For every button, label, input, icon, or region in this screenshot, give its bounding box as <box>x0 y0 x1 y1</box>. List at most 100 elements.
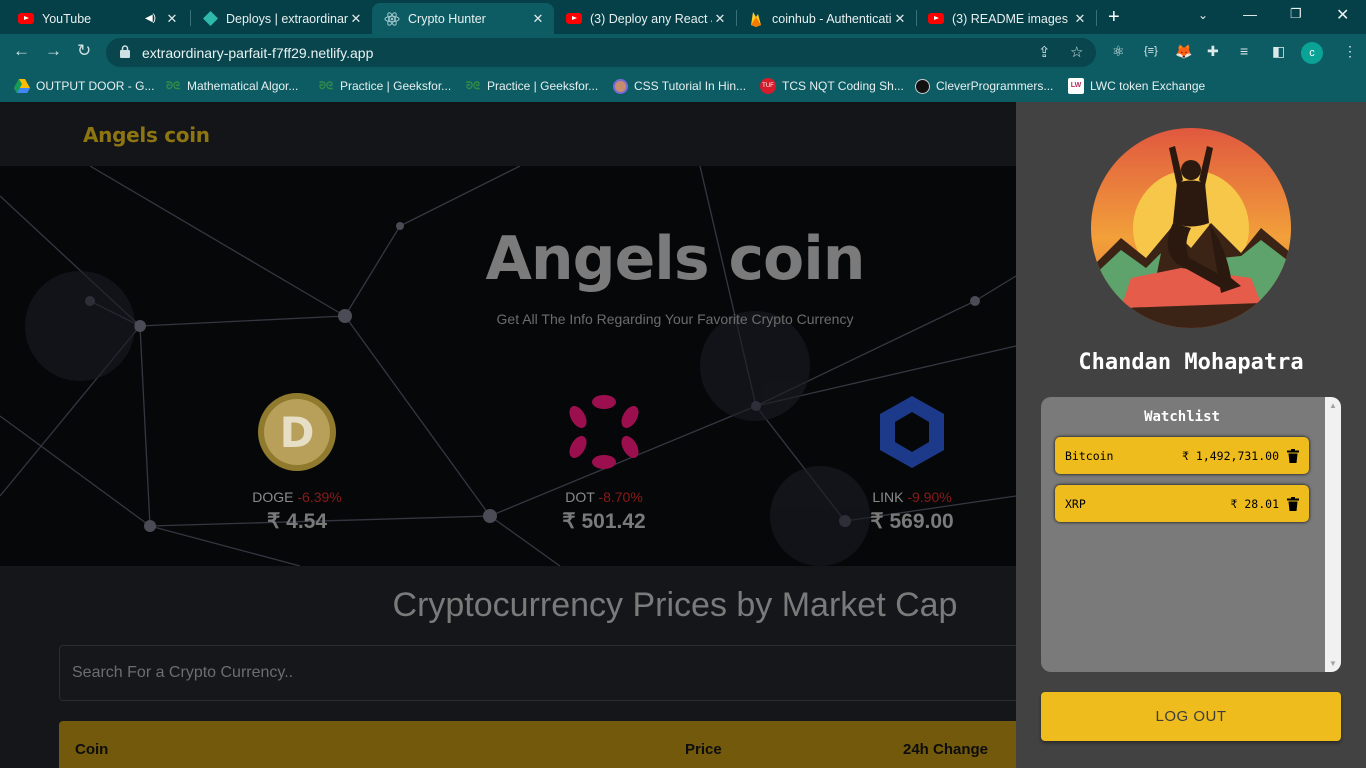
tab-readme-images[interactable]: (3) README images in ✕ <box>916 3 1096 34</box>
tab-deploys[interactable]: Deploys | extraordinar ✕ <box>190 3 372 34</box>
coin-search-field[interactable] <box>59 645 1016 701</box>
bookmark-item[interactable]: CSS Tutorial In Hin... <box>612 78 746 94</box>
user-drawer: Chandan Mohapatra Watchlist Bitcoin ₹ 1,… <box>1016 102 1366 768</box>
close-tab-icon[interactable]: ✕ <box>1072 11 1088 27</box>
header-24h-change[interactable]: 24h Change <box>903 741 988 758</box>
trending-coin-dot[interactable]: DOT -8.70% ₹ 501.42 <box>504 392 704 534</box>
menu-kebab-icon[interactable]: ⋮ <box>1343 43 1357 60</box>
close-tab-icon[interactable]: ✕ <box>530 11 546 27</box>
tab-title: (3) Deploy any React J <box>590 11 712 26</box>
netlify-icon <box>202 11 218 27</box>
watchlist-title: Watchlist <box>1144 409 1220 425</box>
tab-strip: YouTube ◀) ✕ Deploys | extraordinar ✕ Cr… <box>0 0 1366 34</box>
profile-avatar[interactable]: c <box>1301 42 1323 64</box>
avatar-icon <box>612 78 628 94</box>
reload-icon[interactable]: ↻ <box>77 41 91 61</box>
toolbar: ← → ↻ extraordinary-parfait-f7ff29.netli… <box>0 34 1366 71</box>
tuf-icon: TUF <box>760 78 776 94</box>
bookmarks-bar: OUTPUT DOOR - G... ᘐᘓ Mathematical Algor… <box>0 71 1366 102</box>
hero-title: Angels coin <box>485 224 865 294</box>
delete-trash-icon[interactable] <box>1287 448 1299 463</box>
metamask-fox-icon[interactable]: 🦊 <box>1175 43 1192 60</box>
tab-title: coinhub - Authenticati <box>772 11 892 26</box>
tab-coinhub[interactable]: coinhub - Authenticati ✕ <box>736 3 916 34</box>
coin-search-input[interactable] <box>72 660 972 686</box>
forward-arrow-icon[interactable]: → <box>45 41 62 61</box>
bookmark-item[interactable]: ᘐᘓ Practice | Geeksfor... <box>465 78 598 94</box>
youtube-icon <box>566 11 582 27</box>
coin-price: ₹ 4.54 <box>266 510 328 533</box>
scroll-up-arrow-icon[interactable]: ▲ <box>1329 401 1337 410</box>
header-price[interactable]: Price <box>685 741 722 758</box>
trending-coin-link[interactable]: LINK -9.90% ₹ 569.00 <box>812 392 1012 534</box>
gfg-icon: ᘐᘓ <box>318 80 334 92</box>
restore-icon[interactable]: ❐ <box>1290 6 1302 22</box>
watchlist-scrollbar[interactable]: ▲ ▼ <box>1325 397 1341 672</box>
bookmark-item[interactable]: LW LWC token Exchange <box>1068 78 1205 94</box>
bookmark-label: TCS NQT Coding Sh... <box>782 79 904 93</box>
svg-text:D: D <box>280 408 315 457</box>
bookmark-item[interactable]: TUF TCS NQT Coding Sh... <box>760 78 904 94</box>
coin-change: -6.39% <box>297 489 342 505</box>
bookmark-item[interactable]: ᘐᘓ Practice | Geeksfor... <box>318 78 451 94</box>
logout-button[interactable]: LOG OUT <box>1041 692 1341 741</box>
scroll-down-arrow-icon[interactable]: ▼ <box>1329 659 1337 668</box>
side-panel-icon[interactable]: ◧ <box>1272 43 1285 60</box>
lock-icon <box>120 45 130 58</box>
app-header: Angels coin <box>0 102 1016 166</box>
close-tab-icon[interactable]: ✕ <box>712 11 728 27</box>
coin-change: -8.70% <box>598 489 643 505</box>
coin-symbol-change: LINK -9.90% <box>812 489 1012 505</box>
youtube-icon <box>928 11 944 27</box>
new-tab-plus-icon[interactable]: + <box>1108 6 1120 29</box>
tab-search-chevron-icon[interactable]: ⌄ <box>1198 8 1208 22</box>
header-coin[interactable]: Coin <box>75 741 108 758</box>
share-icon[interactable]: ⇪ <box>1038 43 1051 61</box>
extensions-puzzle-icon[interactable]: ✚ <box>1207 43 1219 60</box>
watchlist-item[interactable]: Bitcoin ₹ 1,492,731.00 <box>1055 437 1309 474</box>
extension-braces-icon[interactable]: {≡} <box>1144 45 1158 57</box>
hero-banner: Angels coin Get All The Info Regarding Y… <box>0 166 1016 566</box>
hero-subtitle: Get All The Info Regarding Your Favorite… <box>496 311 854 327</box>
bookmark-item[interactable]: ᘐᘓ Mathematical Algor... <box>165 78 298 94</box>
tab-title: Crypto Hunter <box>408 11 486 26</box>
minimize-icon[interactable]: — <box>1243 6 1257 22</box>
coin-symbol: DOGE <box>252 489 294 505</box>
watchlist-item[interactable]: XRP ₹ 28.01 <box>1055 485 1309 522</box>
bookmark-item[interactable]: CleverProgrammers... <box>914 78 1053 94</box>
coins-table-header: Coin Price 24h Change <box>59 721 1016 768</box>
url-text: extraordinary-parfait-f7ff29.netlify.app <box>142 45 374 61</box>
audio-playing-icon[interactable]: ◀) <box>145 13 156 24</box>
trending-coin-doge[interactable]: D DOGE -6.39% ₹ 4.54 <box>197 392 397 534</box>
tab-deploy-react[interactable]: (3) Deploy any React J ✕ <box>554 3 736 34</box>
react-devtools-icon[interactable]: ⚛ <box>1112 43 1125 60</box>
react-icon <box>384 11 400 27</box>
bookmark-label: Mathematical Algor... <box>187 79 299 93</box>
close-tab-icon[interactable]: ✕ <box>164 11 180 27</box>
tab-crypto-hunter[interactable]: Crypto Hunter ✕ <box>372 3 554 34</box>
firebase-icon <box>748 11 764 27</box>
polkadot-logo-icon <box>569 395 639 469</box>
bookmark-label: Practice | Geeksfor... <box>487 79 599 93</box>
tab-title: Deploys | extraordinar <box>226 11 348 26</box>
google-drive-icon <box>14 78 30 94</box>
bookmark-label: LWC token Exchange <box>1090 79 1206 93</box>
close-tab-icon[interactable]: ✕ <box>348 11 364 27</box>
media-control-icon[interactable]: ≡ <box>1240 43 1248 59</box>
watchlist-coin-name: Bitcoin <box>1065 448 1114 463</box>
coin-symbol-change: DOGE -6.39% <box>197 489 397 505</box>
watchlist-panel: Watchlist Bitcoin ₹ 1,492,731.00 XRP ₹ 2… <box>1041 397 1341 672</box>
github-icon <box>914 78 930 94</box>
close-window-icon[interactable]: ✕ <box>1336 5 1349 25</box>
coin-symbol: DOT <box>565 489 595 505</box>
watchlist-coin-price: ₹ 28.01 <box>1230 496 1279 511</box>
delete-trash-icon[interactable] <box>1287 496 1299 511</box>
bookmark-star-icon[interactable]: ☆ <box>1070 43 1083 61</box>
brand-title[interactable]: Angels coin <box>83 123 210 147</box>
chainlink-logo-icon <box>880 396 944 468</box>
bookmark-item[interactable]: OUTPUT DOOR - G... <box>14 78 154 94</box>
tab-youtube[interactable]: YouTube ◀) ✕ <box>6 3 188 34</box>
address-bar[interactable]: extraordinary-parfait-f7ff29.netlify.app… <box>106 38 1096 67</box>
close-tab-icon[interactable]: ✕ <box>892 11 908 27</box>
back-arrow-icon[interactable]: ← <box>13 41 30 61</box>
